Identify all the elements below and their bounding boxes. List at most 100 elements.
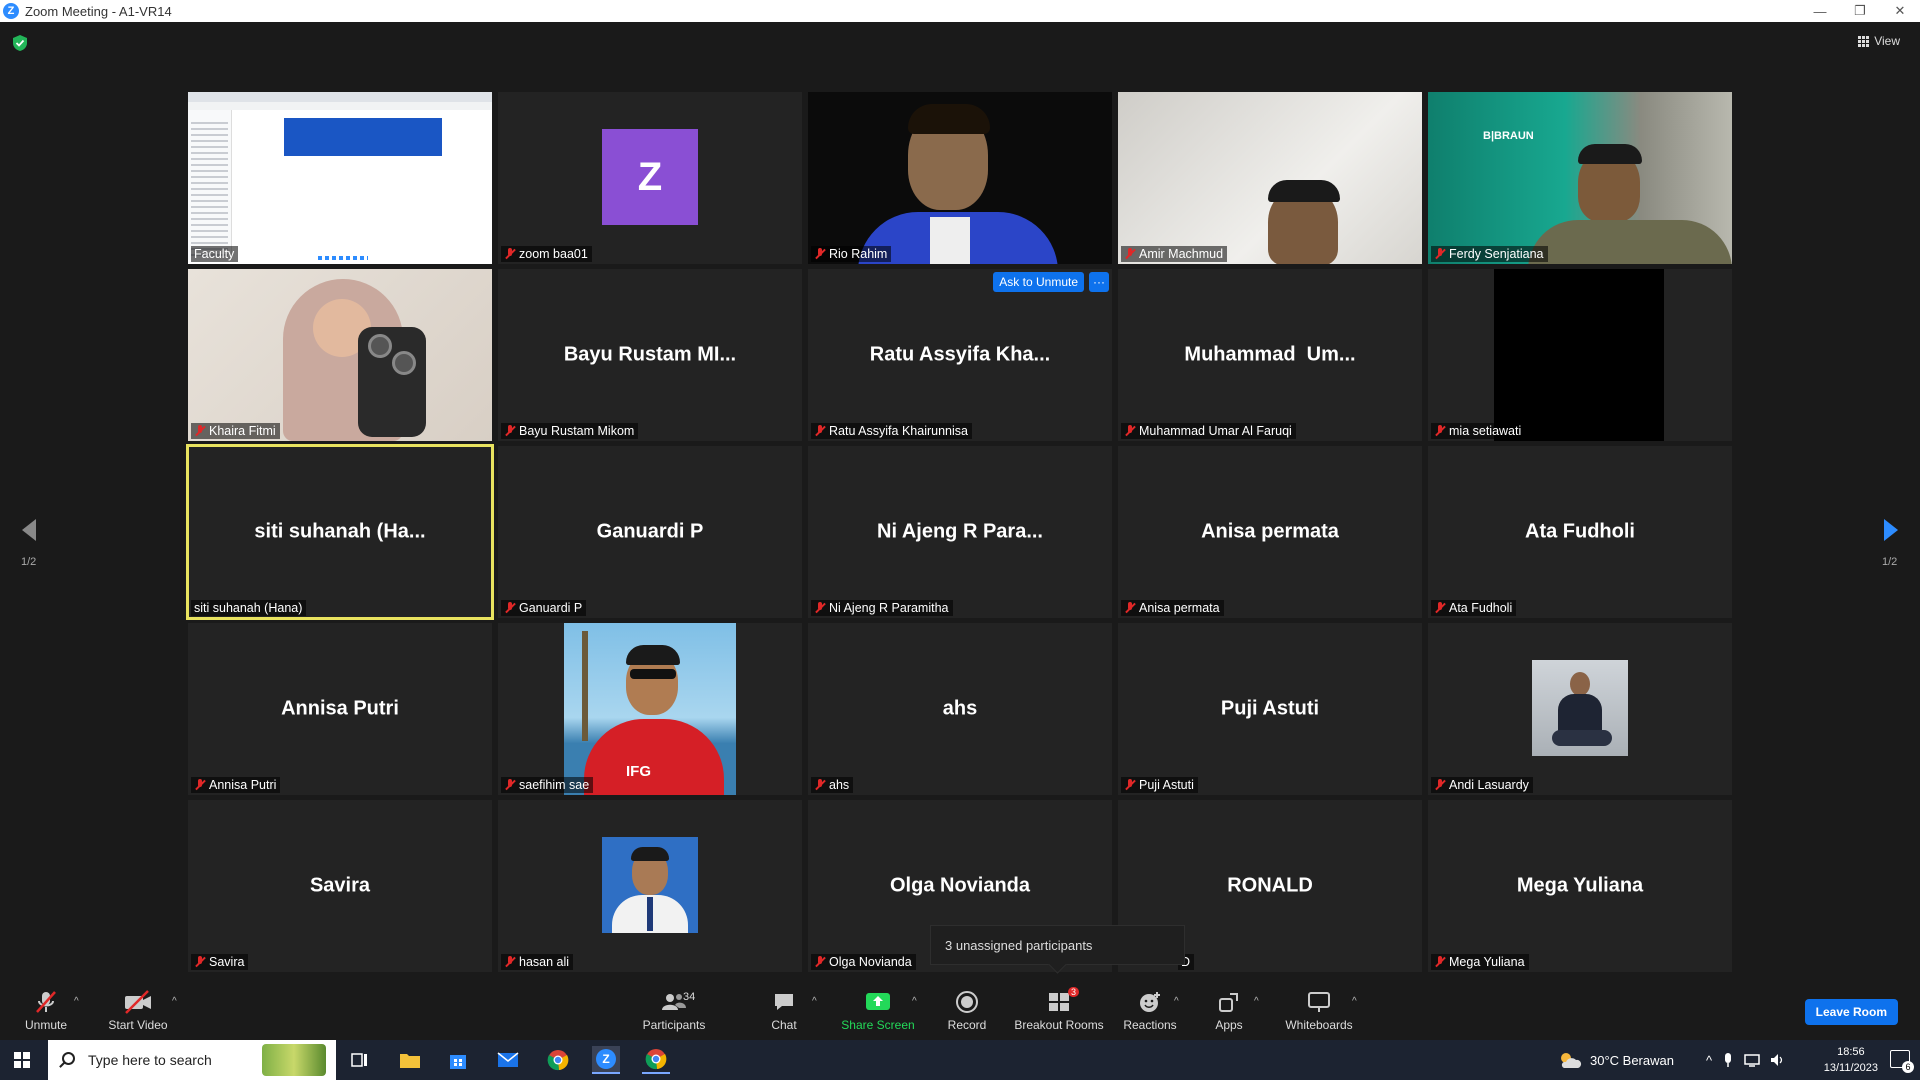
share-screen-button[interactable]: Share Screen: [838, 980, 918, 1040]
participant-tile-ata-fudholi[interactable]: Ata Fudholi Ata Fudholi: [1428, 446, 1732, 618]
participant-name: Ferdy Senjatiana: [1449, 247, 1544, 261]
security-shield-icon[interactable]: [12, 34, 28, 52]
participant-display-name: Ata Fudholi: [1525, 520, 1635, 543]
mic-muted-icon: [1124, 602, 1136, 614]
previous-page-icon[interactable]: [14, 515, 44, 545]
audio-options-caret-icon[interactable]: ^: [74, 996, 79, 1007]
participant-display-name: Bayu Rustam MI...: [563, 343, 737, 366]
show-hidden-icons-icon[interactable]: ^: [1706, 1053, 1712, 1068]
start-video-button[interactable]: Start Video: [106, 980, 170, 1040]
participant-tile-bayu-rustam[interactable]: Bayu Rustam MI... Bayu Rustam Mikom: [498, 269, 802, 441]
mail-icon[interactable]: [494, 1046, 522, 1074]
mic-muted-icon: [814, 602, 826, 614]
participant-tile-faculty[interactable]: Faculty: [188, 92, 492, 264]
file-explorer-icon[interactable]: [396, 1046, 424, 1074]
apps-label: Apps: [1215, 1017, 1243, 1032]
taskbar-search-box[interactable]: Type here to search: [48, 1040, 336, 1080]
participant-tile-zoom-baa01[interactable]: Z zoom baa01: [498, 92, 802, 264]
whiteboards-button[interactable]: Whiteboards: [1284, 980, 1354, 1040]
page-indicator-left: 1/2: [21, 556, 37, 568]
whiteboards-options-caret-icon[interactable]: ^: [1352, 996, 1357, 1007]
participant-tile-anisa-permata[interactable]: Anisa permata Anisa permata: [1118, 446, 1422, 618]
participant-tile-hasan-ali[interactable]: hasan ali: [498, 800, 802, 972]
participant-display-name: Puji Astuti: [1220, 697, 1320, 720]
close-button[interactable]: ✕: [1880, 0, 1920, 22]
restore-button[interactable]: ❐: [1840, 0, 1880, 22]
participant-tile-rio-rahim[interactable]: Rio Rahim: [808, 92, 1112, 264]
chrome-icon[interactable]: [544, 1046, 572, 1074]
participant-tile-mega-yuliana[interactable]: Mega Yuliana Mega Yuliana: [1428, 800, 1732, 972]
participant-name-label: Mega Yuliana: [1431, 954, 1529, 970]
ask-to-unmute-button[interactable]: Ask to Unmute: [993, 272, 1084, 292]
record-button[interactable]: Record: [946, 980, 988, 1040]
participant-tile-siti-suhanah[interactable]: siti suhanah (Ha... siti suhanah (Hana): [186, 444, 494, 620]
participant-tile-puji-astuti[interactable]: Puji Astuti Puji Astuti: [1118, 623, 1422, 795]
microphone-tray-icon[interactable]: [1722, 1052, 1734, 1068]
apps-button[interactable]: Apps: [1212, 980, 1246, 1040]
mic-muted-icon: [1434, 425, 1446, 437]
participant-tile-khaira-fitmi[interactable]: Khaira Fitmi: [188, 269, 492, 441]
reactions-button[interactable]: Reactions: [1122, 980, 1178, 1040]
zoom-taskbar-icon[interactable]: Z: [592, 1046, 620, 1074]
participant-tile-savira[interactable]: Savira Savira: [188, 800, 492, 972]
participant-tile-amir-machmud[interactable]: Amir Machmud: [1118, 92, 1422, 264]
participant-tile-annisa-putri[interactable]: Annisa Putri Annisa Putri: [188, 623, 492, 795]
task-view-icon[interactable]: [346, 1046, 374, 1074]
chrome-window-icon[interactable]: [642, 1046, 670, 1074]
participant-name-label: Andi Lasuardy: [1431, 777, 1533, 793]
minimize-button[interactable]: —: [1800, 0, 1840, 22]
whiteboard-icon: [1308, 991, 1330, 1012]
mic-muted-icon: [504, 602, 516, 614]
participant-tile-muhammad-umar[interactable]: Muhammad Um... Muhammad Umar Al Faruqi: [1118, 269, 1422, 441]
apps-options-caret-icon[interactable]: ^: [1254, 996, 1259, 1007]
reactions-options-caret-icon[interactable]: ^: [1174, 996, 1179, 1007]
mic-muted-icon: [504, 248, 516, 260]
participant-tile-saefihim-sae[interactable]: IFG saefihim sae: [498, 623, 802, 795]
participant-display-name: Savira: [309, 874, 371, 897]
participant-tile-andi-lasuardy[interactable]: Andi Lasuardy: [1428, 623, 1732, 795]
volume-icon[interactable]: [1770, 1053, 1786, 1067]
notification-center-icon[interactable]: 6: [1890, 1050, 1914, 1073]
next-page-icon[interactable]: [1876, 515, 1906, 545]
video-hair: [1268, 180, 1340, 202]
view-button[interactable]: View: [1858, 34, 1900, 48]
participant-name-label: Ata Fudholi: [1431, 600, 1517, 616]
chat-button[interactable]: Chat: [766, 980, 802, 1040]
microsoft-store-icon[interactable]: [444, 1046, 472, 1074]
participant-tile-ahs[interactable]: ahs ahs: [808, 623, 1112, 795]
breakout-rooms-label: Breakout Rooms: [1014, 1017, 1104, 1032]
video-options-caret-icon[interactable]: ^: [172, 996, 177, 1007]
participants-button[interactable]: 34 Participants: [636, 980, 712, 1040]
participant-tile-ganuardi[interactable]: Ganuardi P Ganuardi P: [498, 446, 802, 618]
windows-taskbar: Type here to search Z 30°C Berawan ^ 18:…: [0, 1040, 1920, 1080]
participant-name-label: Amir Machmud: [1121, 246, 1228, 262]
participant-tile-ferdy-senjatiana[interactable]: B|BRAUN Ferdy Senjatiana: [1428, 92, 1732, 264]
mic-muted-icon: [814, 956, 826, 968]
participant-name-label: saefihim sae: [501, 777, 594, 793]
weather-widget[interactable]: 30°C Berawan: [1558, 1040, 1674, 1080]
network-icon[interactable]: [1744, 1053, 1760, 1067]
breakout-rooms-button[interactable]: 3 Breakout Rooms: [1014, 980, 1104, 1040]
participant-tile-ni-ajeng[interactable]: Ni Ajeng R Para... Ni Ajeng R Paramitha: [808, 446, 1112, 618]
unmute-button[interactable]: Unmute: [22, 980, 70, 1040]
video-hair: [1578, 144, 1642, 164]
share-options-caret-icon[interactable]: ^: [912, 996, 917, 1007]
video-hair: [908, 104, 990, 134]
participant-name: Faculty: [194, 247, 235, 261]
participant-tile-mia-setiawati[interactable]: mia setiawati: [1428, 269, 1732, 441]
leave-room-button[interactable]: Leave Room: [1804, 999, 1898, 1025]
mic-muted-icon: [1434, 248, 1446, 260]
mic-muted-icon: [1124, 425, 1136, 437]
taskbar-clock[interactable]: 18:56 13/11/2023: [1824, 1044, 1878, 1076]
svg-text:Z: Z: [602, 1052, 609, 1066]
mic-muted-icon: [194, 425, 206, 437]
participant-tile-ratu-assyifa[interactable]: Ask to Unmute ··· Ratu Assyifa Kha... Ra…: [808, 269, 1112, 441]
page-indicator-right: 1/2: [1882, 556, 1898, 568]
participant-name: mia setiawati: [1449, 424, 1522, 438]
more-options-button[interactable]: ···: [1089, 272, 1109, 292]
participant-display-name: Mega Yuliana: [1516, 874, 1644, 897]
participant-display-name: Ganuardi P: [596, 520, 704, 543]
participant-name-label: zoom baa01: [501, 246, 592, 262]
windows-start-icon[interactable]: [14, 1052, 30, 1068]
chat-options-caret-icon[interactable]: ^: [812, 996, 817, 1007]
